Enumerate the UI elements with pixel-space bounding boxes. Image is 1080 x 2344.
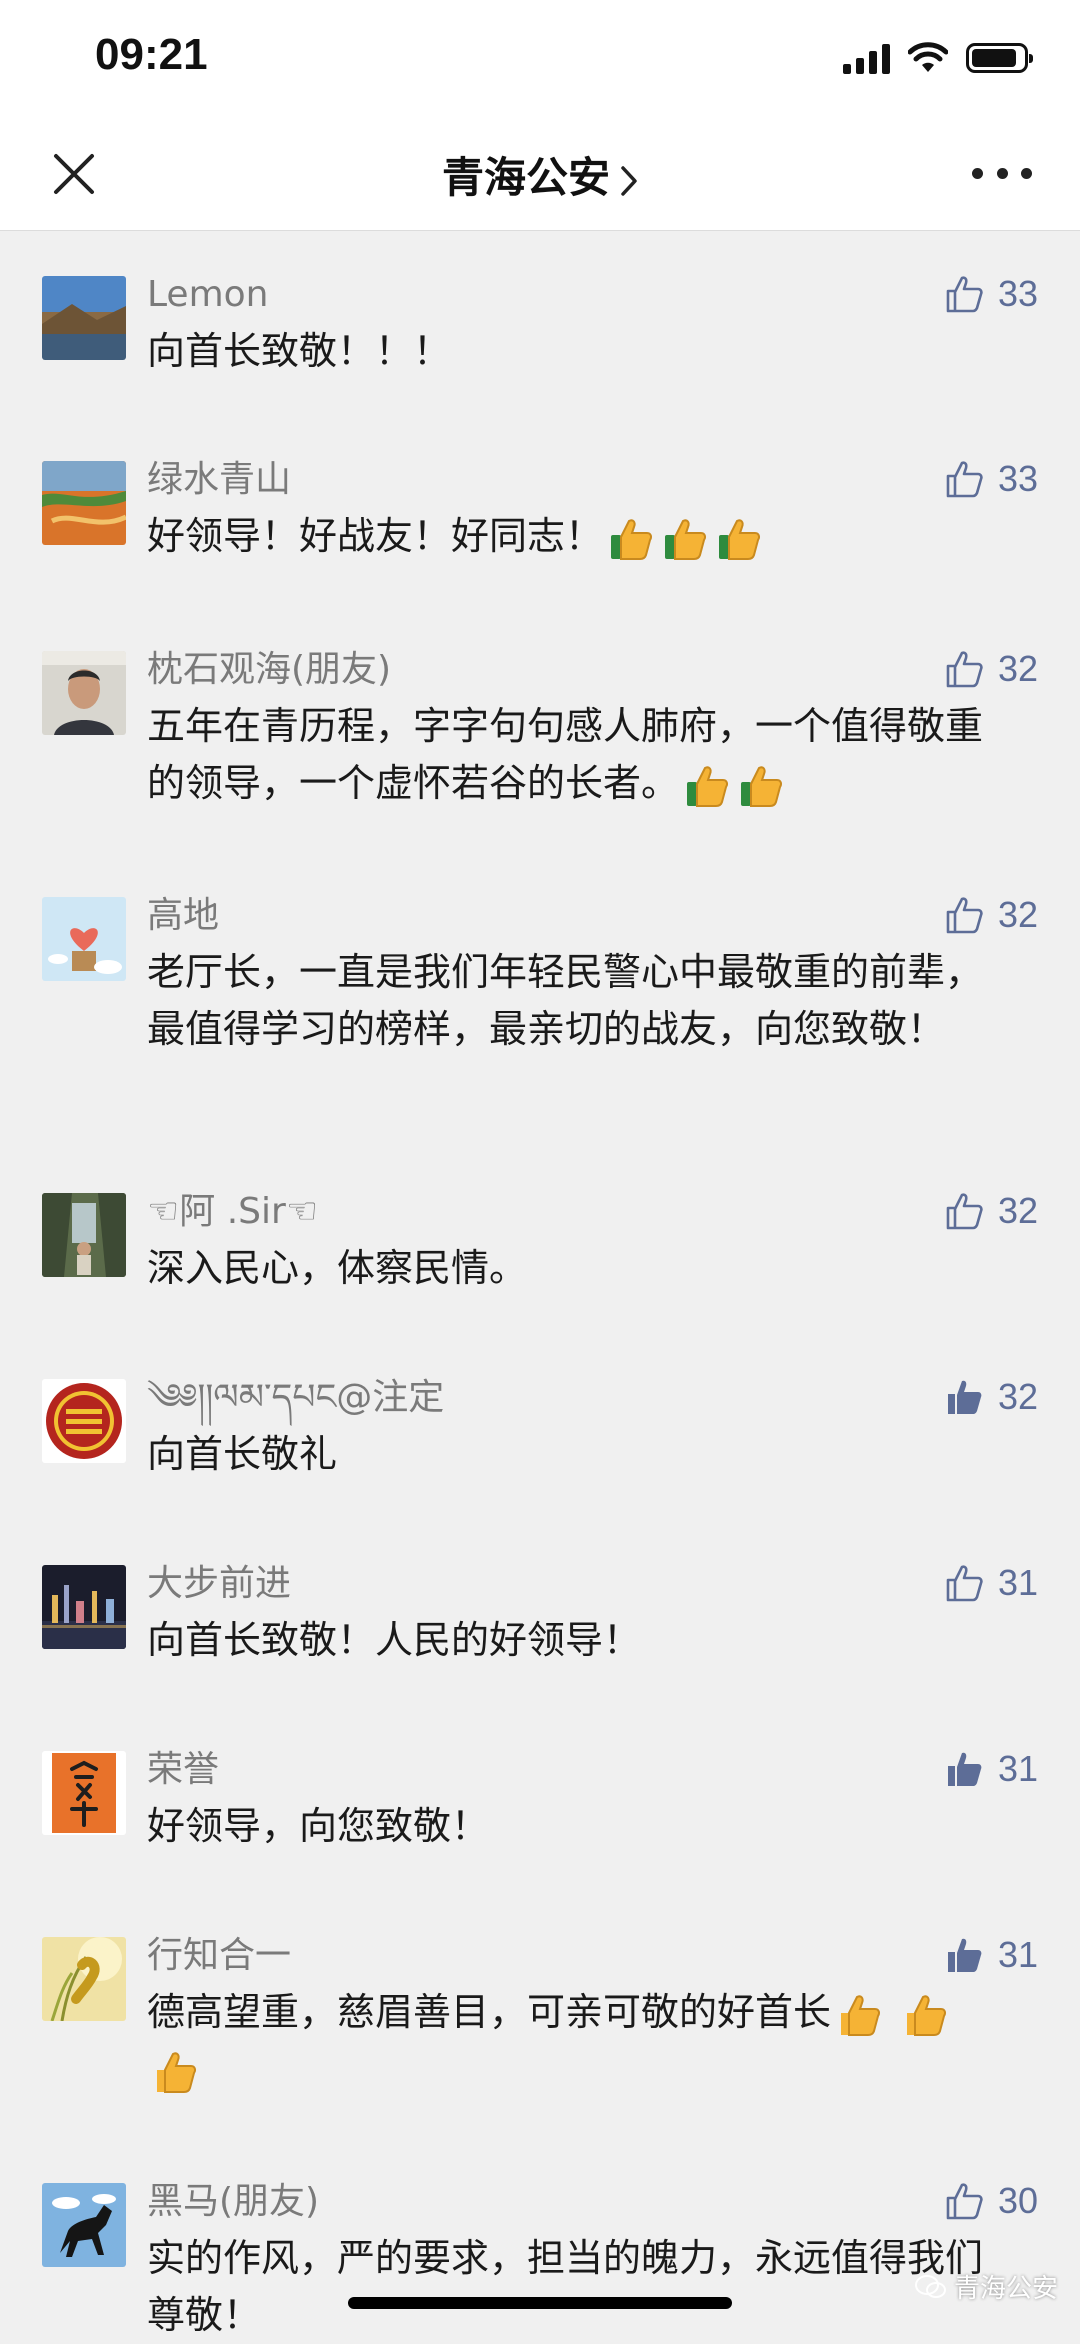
like-button[interactable]: 31	[944, 1934, 1038, 1976]
avatar[interactable]	[42, 1937, 126, 2021]
comment-item: Lemon 向首长致敬！！！ 33	[0, 231, 1080, 416]
thumbs-up-emoji-icon	[741, 765, 782, 807]
like-button[interactable]: 32	[944, 648, 1038, 690]
like-count: 33	[997, 458, 1038, 499]
comment-nickname: ༄༅།།ལམ་དཔང@注定	[147, 1377, 445, 1418]
battery-icon	[966, 43, 1033, 73]
status-bar: 09:21	[0, 0, 1080, 120]
avatar[interactable]	[42, 461, 126, 545]
avatar[interactable]	[42, 1565, 126, 1649]
avatar[interactable]	[42, 1379, 126, 1463]
comment-nickname: 绿水青山	[147, 459, 292, 500]
comment-text: 好领导！好战友！好同志！	[147, 508, 1040, 565]
cellular-signal-icon	[843, 42, 890, 74]
wifi-icon	[908, 42, 948, 72]
comment-nickname: 高地	[147, 895, 220, 936]
watermark-text: 青海公安	[953, 2274, 1058, 2304]
like-button[interactable]: 33	[944, 273, 1038, 315]
comment-text-content: 五年在青历程，字字句句感人肺府，一个值得敬重的领导，一个虚怀若谷的长者。	[147, 704, 984, 805]
comment-nickname: 大步前进	[147, 1563, 292, 1604]
comment-nickname: 黑马(朋友)	[147, 2181, 320, 2222]
comment-text-content: 好领导！好战友！好同志！	[147, 514, 604, 558]
thumbs-up-outline-icon	[946, 276, 983, 313]
status-time: 09:21	[95, 30, 208, 79]
like-button[interactable]: 32	[944, 894, 1038, 936]
like-count: 31	[997, 1748, 1038, 1789]
like-count: 32	[997, 1376, 1038, 1417]
comment-item: 大步前进 向首长致敬！人民的好领导！ 31	[0, 1520, 1080, 1706]
comment-text-content: 德高望重，慈眉善目，可亲可敬的好首长	[147, 1990, 832, 2034]
status-icons	[843, 38, 1033, 78]
comment-text: 德高望重，慈眉善目，可亲可敬的好首长	[147, 1984, 1040, 2098]
comment-item: ☜阿 .Sir☜ 深入民心，体察民情。 32	[0, 1148, 1080, 1334]
comment-nickname: 行知合一	[147, 1935, 292, 1976]
like-count: 32	[997, 894, 1038, 935]
thumbs-up-emoji-icon	[719, 518, 760, 560]
like-button[interactable]: 31	[944, 1748, 1038, 1790]
like-button[interactable]: 30	[944, 2180, 1038, 2222]
like-count: 33	[997, 273, 1038, 314]
comment-item: 荣誉 好领导，向您致敬！ 31	[0, 1706, 1080, 1892]
thumbs-up-outline-icon	[946, 897, 983, 934]
nav-bar: 青海公安	[0, 120, 1080, 231]
avatar[interactable]	[42, 276, 126, 360]
like-count: 30	[997, 2180, 1038, 2221]
like-count: 31	[997, 1934, 1038, 1975]
wechat-watermark: 青海公安	[914, 2268, 1058, 2305]
thumbs-up-emoji-icon	[907, 1994, 947, 2036]
comment-item: 绿水青山 好领导！好战友！好同志！ 33	[0, 416, 1080, 606]
avatar[interactable]	[42, 1751, 126, 1835]
comment-nickname: Lemon	[147, 274, 269, 315]
comment-text: 向首长敬礼	[147, 1432, 338, 1476]
avatar[interactable]	[42, 2183, 126, 2267]
like-count: 31	[997, 1562, 1038, 1603]
thumbs-up-emoji-icon	[665, 518, 706, 560]
comment-list: Lemon 向首长致敬！！！ 33 绿水青山 好领导！好战友！好同志！ 33 枕…	[0, 231, 1080, 2338]
thumbs-up-emoji-icon	[157, 2051, 196, 2093]
page-title-text: 青海公安	[441, 153, 610, 202]
page-title[interactable]: 青海公安	[0, 144, 1080, 205]
comment-text: 向首长致敬！！！	[147, 329, 452, 373]
comment-text: 向首长致敬！人民的好领导！	[147, 1618, 642, 1662]
comment-text: 实的作风，严的要求，担当的魄力，永远值得我们尊敬！	[147, 2236, 984, 2337]
comment-nickname: 枕石观海(朋友)	[147, 649, 392, 690]
comment-item: 高地 老厅长，一直是我们年轻民警心中最敬重的前辈，最值得学习的榜样，最亲切的战友…	[0, 852, 1080, 1148]
comment-nickname: 荣誉	[147, 1749, 220, 1790]
home-indicator[interactable]	[348, 2297, 732, 2309]
thumbs-up-outline-icon	[946, 461, 983, 498]
comment-text: 深入民心，体察民情。	[147, 1246, 528, 1290]
thumbs-up-outline-icon	[946, 651, 983, 688]
thumbs-up-filled-icon	[947, 1938, 982, 1972]
comment-text: 老厅长，一直是我们年轻民警心中最敬重的前辈，最值得学习的榜样，最亲切的战友，向您…	[147, 950, 984, 1051]
comment-item: 行知合一 德高望重，慈眉善目，可亲可敬的好首长 31	[0, 1892, 1080, 2138]
wechat-icon	[914, 2274, 946, 2298]
like-count: 32	[997, 1190, 1038, 1231]
thumbs-up-emoji-icon	[611, 518, 652, 560]
comment-text: 五年在青历程，字字句句感人肺府，一个值得敬重的领导，一个虚怀若谷的长者。	[147, 698, 1040, 812]
thumbs-up-outline-icon	[946, 1193, 983, 1230]
comment-item: ༄༅།།ལམ་དཔང@注定 向首长敬礼 32	[0, 1334, 1080, 1520]
like-button[interactable]: 31	[944, 1562, 1038, 1604]
thumbs-up-emoji-icon	[687, 765, 728, 807]
thumbs-up-outline-icon	[946, 2183, 983, 2220]
more-icon[interactable]	[972, 158, 1032, 188]
avatar[interactable]	[42, 897, 126, 981]
thumbs-up-filled-icon	[947, 1380, 982, 1414]
thumbs-up-outline-icon	[946, 1565, 983, 1602]
chevron-right-icon	[621, 165, 637, 196]
like-count: 32	[997, 648, 1038, 689]
comment-nickname: ☜阿 .Sir☜	[147, 1191, 319, 1232]
thumbs-up-filled-icon	[947, 1752, 982, 1786]
like-button[interactable]: 33	[944, 458, 1038, 500]
like-button[interactable]: 32	[944, 1376, 1038, 1418]
avatar[interactable]	[42, 651, 126, 735]
avatar[interactable]	[42, 1193, 126, 1277]
comment-text: 好领导，向您致敬！	[147, 1804, 490, 1848]
thumbs-up-emoji-icon	[841, 1994, 880, 2036]
like-button[interactable]: 32	[944, 1190, 1038, 1232]
comment-item: 枕石观海(朋友) 五年在青历程，字字句句感人肺府，一个值得敬重的领导，一个虚怀若…	[0, 606, 1080, 852]
